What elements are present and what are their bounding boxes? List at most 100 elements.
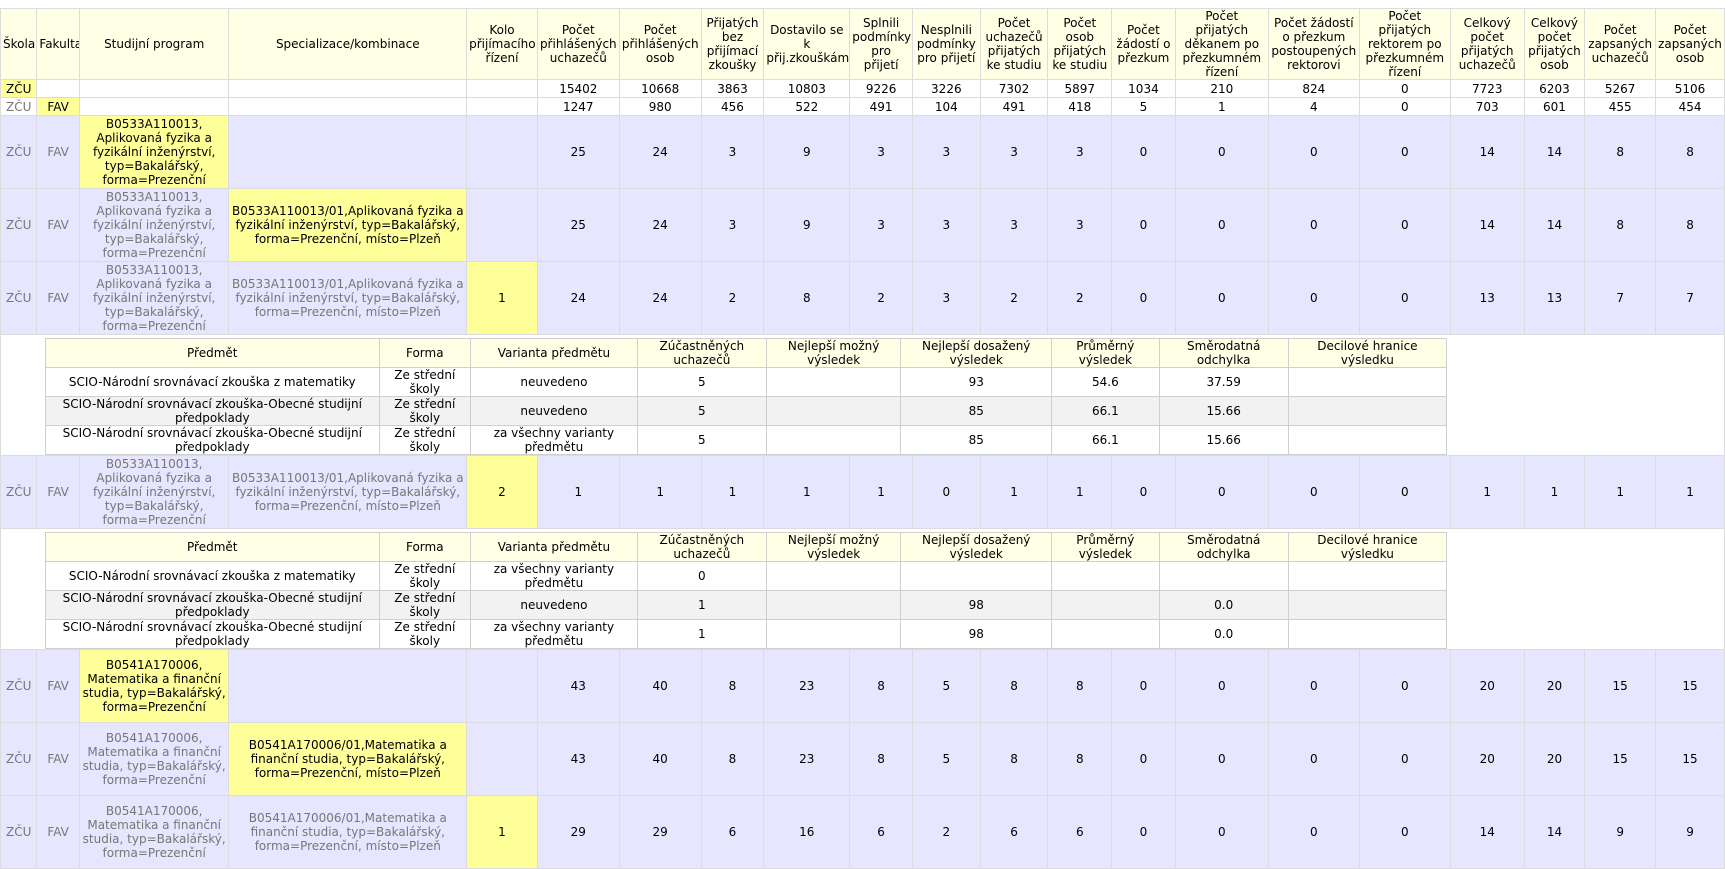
cell-16: 0 [1358,261,1451,335]
cell-3: B0533A110013/01,Aplikovaná fyzika a fyzi… [228,188,468,262]
cell-13: 0 [1111,455,1176,529]
exam-result-cell [1287,425,1448,455]
cell-3 [228,115,468,189]
cell-1: FAV [36,115,80,189]
cell-11: 1 [979,455,1049,529]
column-header[interactable]: Škola [0,8,38,80]
exam-results-table: Předmět Forma Varianta předmětu Zúčastněnýc… [45,532,1448,649]
exam-column-header: Zúčastněných uchazečů [636,532,767,562]
cell-17: 14 [1449,188,1525,262]
exam-result-cell [1287,590,1448,620]
cell-17: 13 [1449,261,1525,335]
column-header[interactable]: Počet zapsaných osob [1655,8,1725,80]
cell-18: 20 [1523,722,1586,796]
cell-7: 3 [700,115,765,189]
cell-3: B0541A170006/01,Matematika a finanční st… [228,722,468,796]
cell-4: 2 [466,455,538,529]
column-header[interactable]: Počet přijatých děkanem po přezkumném ří… [1174,8,1269,80]
cell-4 [466,97,538,116]
cell-1: FAV [36,97,80,116]
cell-9: 9226 [849,79,913,98]
exam-result-row: SCIO-Národní srovnávací zkouška-Obecné s… [45,396,1448,426]
column-header[interactable]: Celkový počet přijatých osob [1523,8,1586,80]
cell-19: 1 [1584,455,1657,529]
cell-16: 0 [1358,79,1451,98]
cell-10: 3 [911,188,981,262]
cell-0: ZČU [0,795,38,869]
exam-column-header: Předmět [45,532,380,562]
cell-20: 8 [1655,188,1725,262]
cell-8: 8 [763,261,851,335]
exam-result-cell: neuvedeno [470,590,638,620]
exam-result-cell [1051,590,1160,620]
column-header[interactable]: Celkový počet přijatých uchazečů [1449,8,1525,80]
program-row: ZČU FAV B0533A110013, Aplikovaná fyzika a … [0,115,1725,189]
column-header[interactable]: Počet přihlášených osob [618,8,702,80]
cell-14: 0 [1174,649,1269,723]
exam-results-row: Předmět Forma Varianta předmětu Zúčastněnýc… [0,334,1725,456]
cell-15: 0 [1267,795,1360,869]
cell-10: 0 [911,455,981,529]
exam-result-cell [1287,619,1448,649]
cell-18: 20 [1523,649,1586,723]
column-header[interactable]: Nesplnili podmínky pro přijetí [911,8,981,80]
cell-12: 2 [1047,261,1113,335]
exam-result-cell [765,590,902,620]
column-header[interactable]: Fakulta [36,8,80,80]
cell-4 [466,115,538,189]
column-header[interactable]: Studijní program [78,8,230,80]
column-header[interactable]: Počet žádostí o přezkum [1111,8,1176,80]
cell-19: 15 [1584,722,1657,796]
cell-14: 0 [1174,261,1269,335]
column-header[interactable]: Přijatých bez přijímací zkoušky [700,8,765,80]
cell-7: 3 [700,188,765,262]
column-header[interactable]: Počet žádostí o přezkum postoupených rek… [1267,8,1360,80]
column-header[interactable]: Dostavilo se k přij.zkouškám [763,8,851,80]
cell-7: 1 [700,455,765,529]
column-header[interactable]: Počet osob přijatých ke studiu [1047,8,1113,80]
cell-19: 5267 [1584,79,1657,98]
cell-0: ZČU [0,188,38,262]
cell-13: 0 [1111,115,1176,189]
column-header[interactable]: Počet přijatých rektorem po přezkumném ř… [1358,8,1451,80]
cell-8: 1 [763,455,851,529]
cell-9: 491 [849,97,913,116]
exam-result-cell: 5 [636,367,767,397]
exam-results-table: Předmět Forma Varianta předmětu Zúčastněnýc… [45,338,1448,455]
cell-20: 15 [1655,649,1725,723]
cell-17: 1 [1449,455,1525,529]
exam-result-cell: 5 [636,425,767,455]
cell-1: FAV [36,261,80,335]
column-header[interactable]: Specializace/kombinace [228,8,468,80]
exam-result-row: SCIO-Národní srovnávací zkouška-Obecné s… [45,619,1448,649]
cell-12: 6 [1047,795,1113,869]
cell-13: 0 [1111,649,1176,723]
cell-6: 24 [618,115,702,189]
exam-results-header-row: Předmět Forma Varianta předmětu Zúčastněnýc… [45,338,1448,368]
exam-result-cell [765,561,902,591]
exam-result-cell: 85 [900,396,1053,426]
cell-2: B0533A110013, Aplikovaná fyzika a fyziká… [78,115,230,189]
cell-16: 0 [1358,97,1451,116]
cell-18: 6203 [1523,79,1586,98]
program-row: ZČU FAV B0533A110013, Aplikovaná fyzika a … [0,188,1725,262]
cell-0: ZČU [0,97,38,116]
column-header[interactable]: Kolo přijímacího řízení [466,8,538,80]
cell-14: 0 [1174,722,1269,796]
exam-result-cell: 66.1 [1051,396,1160,426]
cell-13: 0 [1111,795,1176,869]
university-total-row: ZČU 15402 10668 3863 10803 9226 3226 7302 5897 10… [0,79,1725,98]
cell-9: 3 [849,188,913,262]
exam-result-cell [765,619,902,649]
exam-result-cell: neuvedeno [470,396,638,426]
cell-15: 4 [1267,97,1360,116]
column-header[interactable]: Splnili podmínky pro přijetí [849,8,913,80]
exam-result-cell [1287,396,1448,426]
cell-5: 1 [536,455,620,529]
column-header[interactable]: Počet přihlášených uchazečů [536,8,620,80]
column-header[interactable]: Počet zapsaných uchazečů [1584,8,1657,80]
cell-2: B0533A110013, Aplikovaná fyzika a fyziká… [78,455,230,529]
exam-result-cell: za všechny varianty předmětu [470,425,638,455]
exam-result-cell: 66.1 [1051,425,1160,455]
column-header[interactable]: Počet uchazečů přijatých ke studiu [979,8,1049,80]
